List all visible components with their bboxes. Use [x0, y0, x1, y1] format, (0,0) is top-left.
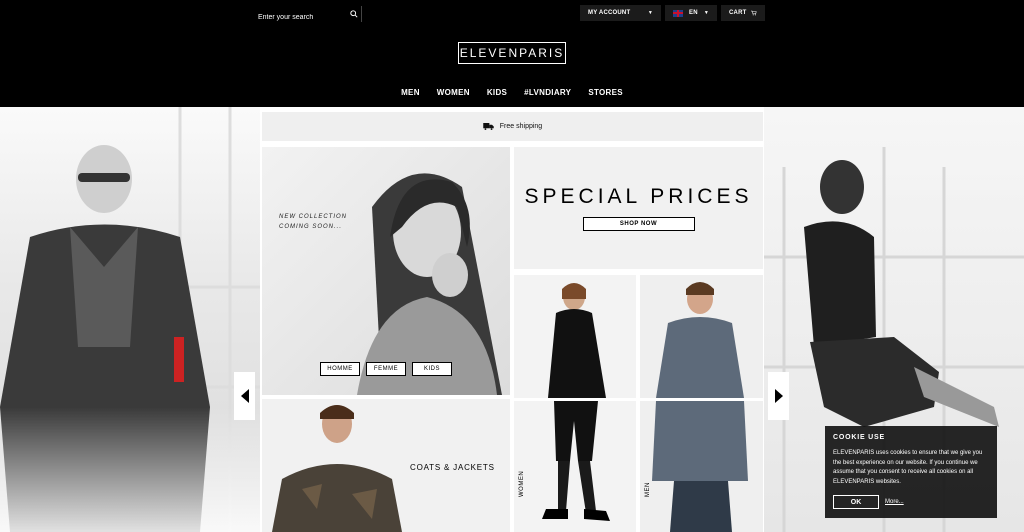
coats-jackets-panel[interactable]: COATS & JACKETS [262, 399, 510, 532]
new-collection-text: NEW COLLECTION COMING SOON... [279, 212, 347, 232]
femme-button[interactable]: FEMME [366, 362, 406, 376]
collection-line-2: COMING SOON... [279, 224, 343, 230]
my-account-label: MY ACCOUNT [588, 10, 631, 16]
uk-flag-icon [673, 9, 683, 17]
arrow-right-icon [774, 389, 783, 403]
cookie-ok-button[interactable]: OK [833, 495, 879, 509]
men-label: MEN [645, 482, 651, 497]
nav-item-women[interactable]: WOMEN [437, 88, 470, 97]
carousel-next-button[interactable] [768, 372, 789, 420]
cookie-title: COOKIE USE [833, 434, 885, 441]
cookie-notice: COOKIE USE ELEVENPARIS uses cookies to e… [825, 426, 997, 518]
man-shirt-jeans-image [652, 401, 748, 532]
shop-now-button[interactable]: SHOP NOW [582, 217, 695, 231]
search-box [258, 6, 362, 26]
carousel-prev-button[interactable] [234, 372, 255, 420]
arrow-left-icon [240, 389, 249, 403]
chevron-down-icon: ▼ [703, 10, 709, 16]
women-tile-top[interactable] [514, 275, 636, 398]
man-in-jacket-image [0, 107, 260, 532]
nav-item-lvndiary[interactable]: #LVNDIARY [524, 88, 571, 97]
kids-button[interactable]: KIDS [412, 362, 452, 376]
new-collection-panel[interactable]: NEW COLLECTION COMING SOON... HOMME FEMM… [262, 147, 510, 395]
chevron-down-icon: ▼ [647, 10, 653, 16]
logo-text: ELEVENPARIS [459, 46, 565, 60]
background-photo-left [0, 107, 260, 532]
men-category-tile[interactable]: MEN [640, 401, 763, 532]
cart-button[interactable]: CART [721, 5, 765, 21]
man-denim-shirt-image [656, 282, 744, 398]
cookie-text: ELEVENPARIS uses cookies to ensure that … [833, 450, 983, 485]
search-icon[interactable] [350, 10, 358, 18]
homme-button[interactable]: HOMME [320, 362, 360, 376]
cookie-more-link[interactable]: More... [885, 499, 904, 505]
collection-line-1: NEW COLLECTION [279, 214, 348, 220]
language-label: EN [689, 10, 698, 16]
my-account-button[interactable]: MY ACCOUNT ▼ [580, 5, 661, 21]
free-shipping-banner: Free shipping [262, 112, 763, 141]
truck-icon [483, 123, 494, 130]
coats-jackets-label: COATS & JACKETS [410, 463, 495, 472]
men-tile-top[interactable] [640, 275, 763, 398]
women-label: WOMEN [519, 470, 525, 497]
brand-logo[interactable]: ELEVENPARIS [458, 42, 566, 64]
nav-item-stores[interactable]: STORES [588, 88, 623, 97]
language-selector[interactable]: EN ▼ [665, 5, 717, 21]
special-prices-title: SPECIAL PRICES [524, 185, 753, 208]
nav-item-men[interactable]: MEN [401, 88, 420, 97]
woman-black-coat-image [548, 283, 606, 398]
woman-legs-image [542, 401, 610, 521]
women-category-tile[interactable]: WOMEN [514, 401, 636, 532]
cart-icon [751, 10, 757, 16]
model-portrait-image [357, 173, 502, 395]
cart-label: CART [729, 10, 747, 16]
special-prices-panel[interactable]: SPECIAL PRICES SHOP NOW [514, 147, 763, 269]
header-bar: MY ACCOUNT ▼ EN ▼ CART ELEVENPARIS MEN W… [0, 0, 1024, 107]
search-input[interactable] [258, 9, 342, 26]
free-shipping-text: Free shipping [499, 123, 543, 130]
nav-item-kids[interactable]: KIDS [487, 88, 507, 97]
main-nav: MEN WOMEN KIDS #LVNDIARY STORES [0, 88, 1024, 97]
